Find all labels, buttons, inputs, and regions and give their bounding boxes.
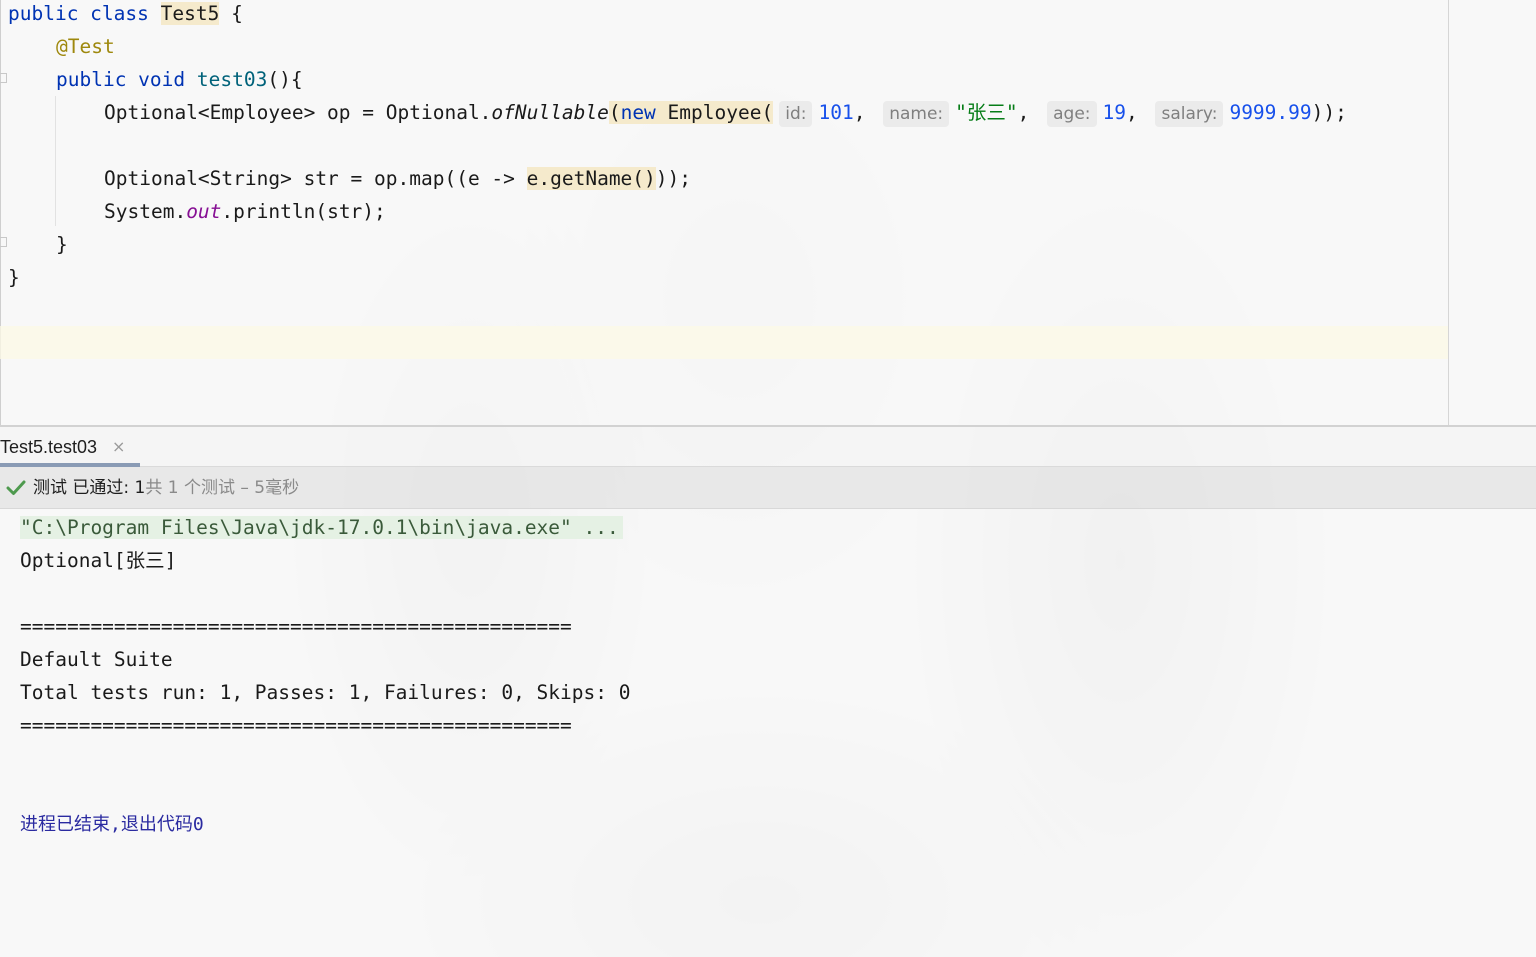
- static-field: out: [186, 200, 222, 223]
- code-text: Optional<Employee> op = Optional.: [104, 101, 492, 124]
- console-line: Total tests run: 1, Passes: 1, Failures:…: [20, 681, 631, 704]
- param-hint: salary:: [1155, 101, 1224, 127]
- keyword: new: [620, 101, 656, 124]
- console-command[interactable]: "C:\Program Files\Java\jdk-17.0.1\bin\ja…: [20, 516, 623, 539]
- console-output[interactable]: "C:\Program Files\Java\jdk-17.0.1\bin\ja…: [0, 509, 1536, 957]
- console-separator: ========================================…: [20, 615, 572, 638]
- number-literal: 9999.99: [1229, 101, 1312, 124]
- console-line: Default Suite: [20, 648, 173, 671]
- number-literal: 101: [818, 101, 854, 124]
- keyword: public class: [8, 2, 161, 25]
- console-exit-message: 进程已结束,退出代码0: [20, 814, 204, 835]
- test-detail: 共 1 个测试 – 5毫秒: [145, 478, 300, 498]
- method-name: test03: [196, 68, 268, 91]
- run-tab-bar: Test5.test03 ×: [0, 427, 1536, 467]
- test-status-bar: 测试 已通过: 1共 1 个测试 – 5毫秒: [0, 467, 1536, 509]
- code-text: .println(str);: [221, 200, 386, 223]
- code-line-2[interactable]: @Test: [56, 30, 115, 63]
- editor-left-border: [0, 0, 1, 425]
- console-line: "C:\Program Files\Java\jdk-17.0.1\bin\ja…: [20, 511, 623, 544]
- param-hint: id:: [779, 101, 813, 127]
- code-line-9[interactable]: }: [8, 261, 20, 294]
- code-line-7[interactable]: System.out.println(str);: [104, 195, 386, 228]
- static-method-call: ofNullable: [491, 101, 609, 124]
- string-literal: "张三": [955, 101, 1018, 124]
- code-line-1[interactable]: public class Test5 {: [8, 0, 243, 30]
- constructor-call: Employee(: [655, 101, 774, 124]
- code-line-8[interactable]: }: [56, 228, 68, 261]
- code-text: }: [56, 233, 68, 256]
- code-line-6[interactable]: Optional<String> str = op.map((e -> e.ge…: [104, 162, 691, 195]
- code-text: (){: [267, 68, 303, 91]
- ide-window: public class Test5 { @Test public void t…: [0, 0, 1536, 957]
- test-status-text: 测试 已通过: 1共 1 个测试 – 5毫秒: [33, 467, 299, 509]
- tab-label: Test5.test03: [0, 437, 98, 457]
- code-text: ));: [655, 167, 692, 190]
- class-name: Test5: [160, 2, 220, 25]
- param-hint: name:: [883, 101, 950, 127]
- passed-label: 测试 已通过:: [33, 478, 135, 498]
- param-hint: age:: [1047, 101, 1097, 127]
- matched-paren: (: [608, 101, 621, 124]
- code-line-4[interactable]: Optional<Employee> op = Optional.ofNulla…: [104, 96, 1347, 129]
- fold-icon[interactable]: [0, 73, 7, 83]
- fold-icon[interactable]: [0, 237, 7, 247]
- code-text: {: [219, 2, 243, 25]
- code-text: System.: [104, 200, 187, 223]
- caret-line-highlight: [0, 326, 1448, 359]
- check-icon: [6, 480, 26, 495]
- indent-guide: [55, 96, 56, 226]
- code-text: }: [8, 266, 20, 289]
- editor-gutter-divider: [1448, 0, 1449, 425]
- keyword: public void: [56, 68, 197, 91]
- code-line-3[interactable]: public void test03(){: [56, 63, 303, 96]
- number-literal: 19: [1102, 101, 1126, 124]
- console-separator: ========================================…: [20, 714, 572, 737]
- code-editor[interactable]: public class Test5 { @Test public void t…: [0, 0, 1536, 425]
- close-icon[interactable]: ×: [112, 427, 125, 467]
- annotation: @Test: [56, 35, 115, 58]
- console-line: Optional[张三]: [20, 549, 177, 572]
- highlighted-expression: e.getName(): [526, 167, 656, 190]
- code-text: Optional<String> str = op.map((e ->: [104, 167, 527, 190]
- code-text: ));: [1311, 101, 1347, 124]
- passed-count: 1: [134, 478, 146, 498]
